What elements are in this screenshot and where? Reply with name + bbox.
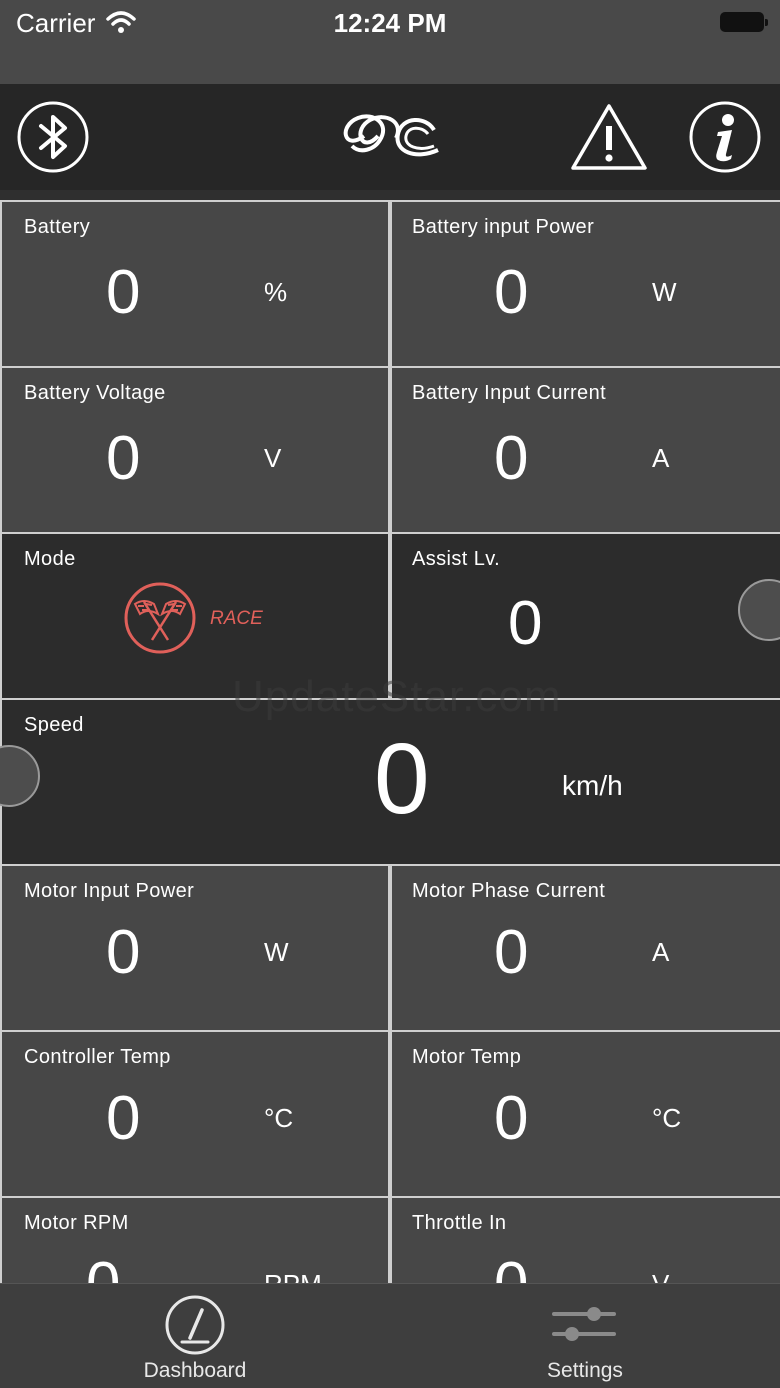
tile-label: Motor Temp bbox=[412, 1046, 522, 1068]
tile-value: 0 bbox=[494, 1249, 528, 1283]
dashboard-grid: Battery 0 % Battery input Power 0 W Batt… bbox=[0, 200, 780, 1283]
tile-motor-phase-current: Motor Phase Current 0 A bbox=[392, 866, 780, 1030]
tile-value: 0 bbox=[86, 1249, 120, 1283]
tile-value: 0 bbox=[106, 1084, 141, 1153]
tab-label: Settings bbox=[547, 1359, 623, 1382]
tile-unit: V bbox=[652, 1269, 669, 1283]
tile-motor-input-power: Motor Input Power 0 W bbox=[2, 866, 388, 1030]
tile-value: 0 bbox=[494, 918, 529, 987]
tab-bar: Dashboard Settings bbox=[0, 1283, 780, 1388]
tile-value: 0 bbox=[508, 589, 543, 658]
battery-status-icon bbox=[720, 12, 768, 32]
tab-settings[interactable]: Settings bbox=[390, 1284, 780, 1388]
sliders-icon bbox=[552, 1307, 616, 1341]
tile-value: 0 bbox=[106, 258, 141, 327]
tile-unit: RPM bbox=[264, 1269, 322, 1283]
app-logo bbox=[343, 114, 439, 157]
app-header bbox=[0, 84, 780, 190]
tile-battery-voltage: Battery Voltage 0 V bbox=[2, 368, 388, 532]
tile-label: Speed bbox=[24, 714, 84, 736]
tile-battery: Battery 0 % bbox=[2, 202, 388, 366]
tile-label: Motor Input Power bbox=[24, 880, 195, 902]
tile-value: 0 bbox=[106, 424, 141, 493]
tile-label: Mode bbox=[24, 548, 76, 570]
tile-label: Battery Input Current bbox=[412, 382, 607, 404]
tile-unit: W bbox=[264, 937, 289, 967]
tile-label: Throttle In bbox=[412, 1212, 507, 1234]
tile-value: 0 bbox=[494, 424, 529, 493]
status-bar: Carrier 12:24 PM bbox=[0, 0, 780, 84]
tile-unit: A bbox=[652, 937, 670, 967]
tile-unit: km/h bbox=[562, 770, 623, 801]
tile-battery-input-current: Battery Input Current 0 A bbox=[392, 368, 780, 532]
tile-speed: Speed 0 km/h bbox=[0, 700, 780, 864]
tile-unit: % bbox=[264, 277, 288, 307]
tile-assist-level: Assist Lv. 0 bbox=[392, 534, 780, 698]
tile-label: Battery bbox=[24, 216, 91, 238]
clock: 12:24 PM bbox=[333, 8, 447, 38]
tile-motor-temp: Motor Temp 0 °C bbox=[392, 1032, 780, 1196]
warning-icon[interactable] bbox=[570, 102, 648, 172]
speed-slider-knob[interactable] bbox=[0, 745, 40, 807]
info-icon[interactable] bbox=[688, 100, 762, 174]
tile-label: Assist Lv. bbox=[412, 548, 501, 570]
tile-value: 0 bbox=[374, 723, 430, 835]
tab-dashboard[interactable]: Dashboard bbox=[0, 1284, 390, 1388]
tile-value: 0 bbox=[106, 918, 141, 987]
bluetooth-icon[interactable] bbox=[16, 100, 90, 174]
dashboard-gauge-icon bbox=[165, 1295, 225, 1355]
tile-mode[interactable]: Mode RACE bbox=[2, 534, 388, 698]
race-flags-icon bbox=[124, 582, 196, 654]
mode-value: RACE bbox=[210, 608, 263, 629]
tile-value: 0 bbox=[494, 258, 529, 327]
tile-value: 0 bbox=[494, 1084, 529, 1153]
tile-label: Controller Temp bbox=[24, 1046, 171, 1068]
tile-unit: W bbox=[652, 277, 677, 307]
tile-label: Motor RPM bbox=[24, 1212, 129, 1234]
tab-label: Dashboard bbox=[143, 1359, 247, 1382]
tile-label: Battery input Power bbox=[412, 216, 595, 238]
tile-battery-input-power: Battery input Power 0 W bbox=[392, 202, 780, 366]
tile-label: Motor Phase Current bbox=[412, 880, 606, 902]
tile-unit: °C bbox=[264, 1103, 294, 1133]
tile-unit: V bbox=[264, 443, 282, 473]
assist-slider-knob[interactable] bbox=[738, 579, 780, 641]
tile-throttle-in: Throttle In 0 V bbox=[392, 1198, 780, 1283]
tile-label: Battery Voltage bbox=[24, 382, 166, 404]
tile-unit: °C bbox=[652, 1103, 682, 1133]
tile-unit: A bbox=[652, 443, 670, 473]
tile-motor-rpm: Motor RPM 0 RPM bbox=[2, 1198, 388, 1283]
tile-controller-temp: Controller Temp 0 °C bbox=[2, 1032, 388, 1196]
